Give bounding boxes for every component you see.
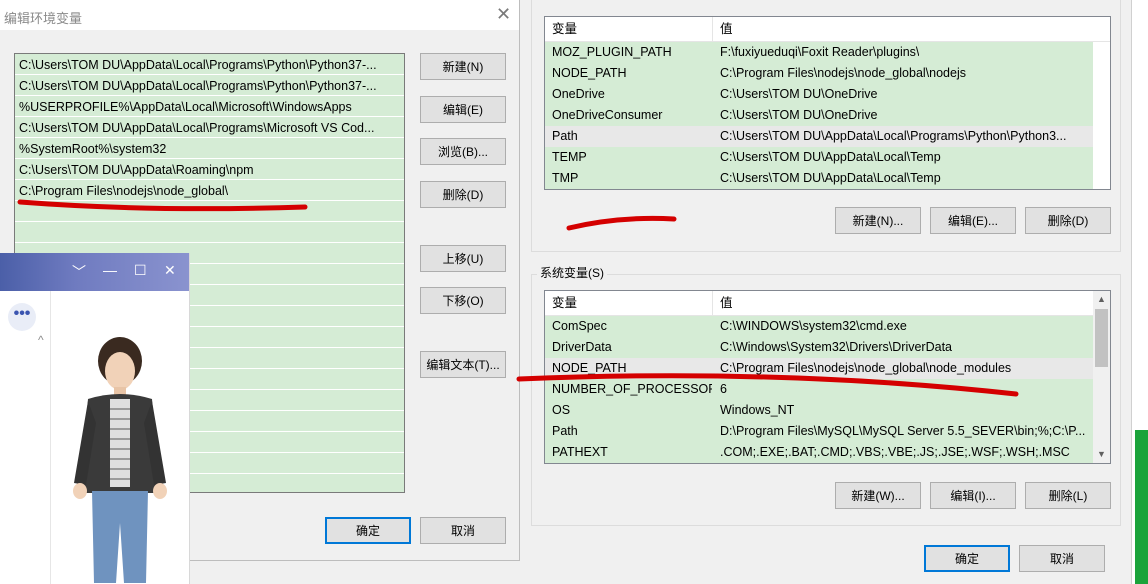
table-row[interactable]: MOZ_PLUGIN_PATH F:\fuxiyueduqi\Foxit Rea…: [545, 42, 1093, 63]
variable-value: C:\Windows\System32\Drivers\DriverData: [720, 340, 952, 354]
variable-value: C:\Program Files\nodejs\node_global\node…: [720, 361, 1012, 375]
table-row[interactable]: OS Windows_NT: [545, 400, 1093, 421]
edit-text-button[interactable]: 编辑文本(T)...: [420, 351, 506, 378]
user-new-button[interactable]: 新建(N)...: [835, 207, 921, 234]
table-header: 变量 值: [545, 291, 1093, 316]
variable-name: TMP: [552, 171, 579, 185]
move-up-button[interactable]: 上移(U): [420, 245, 506, 272]
dialog-titlebar: 编辑环境变量 ✕: [0, 0, 519, 30]
env-ok-button[interactable]: 确定: [924, 545, 1010, 572]
table-row[interactable]: TMP C:\Users\TOM DU\AppData\Local\Temp: [545, 168, 1093, 189]
variable-name: NODE_PATH: [552, 66, 627, 80]
table-row-selected[interactable]: NODE_PATH C:\Program Files\nodejs\node_g…: [545, 358, 1093, 379]
scroll-down-arrow-icon[interactable]: ▼: [1093, 446, 1110, 463]
user-delete-button[interactable]: 删除(D): [1025, 207, 1111, 234]
variable-name: ComSpec: [552, 319, 607, 333]
table-row[interactable]: ComSpec C:\WINDOWS\system32\cmd.exe: [545, 316, 1093, 337]
variable-value: C:\Users\TOM DU\OneDrive: [720, 87, 878, 101]
path-entry[interactable]: C:\Users\TOM DU\AppData\Local\Programs\P…: [19, 55, 401, 75]
maximize-icon[interactable]: ☐: [134, 262, 147, 279]
widget-titlebar: ﹀ — ☐ ✕: [0, 253, 189, 291]
system-new-button[interactable]: 新建(W)...: [835, 482, 921, 509]
variable-value: Windows_NT: [720, 403, 795, 417]
variable-name: TEMP: [552, 150, 587, 164]
table-row[interactable]: DriverData C:\Windows\System32\Drivers\D…: [545, 337, 1093, 358]
table-row[interactable]: NODE_PATH C:\Program Files\nodejs\node_g…: [545, 63, 1093, 84]
variable-value: C:\Users\TOM DU\OneDrive: [720, 108, 878, 122]
character-figure: [73, 337, 167, 583]
variable-value: .COM;.EXE;.BAT;.CMD;.VBS;.VBE;.JS;.JSE;.…: [720, 445, 1070, 459]
variable-value: C:\Program Files\nodejs\node_global\node…: [720, 66, 966, 80]
variable-name: OS: [552, 403, 571, 417]
vertical-scrollbar[interactable]: ▲ ▼: [1093, 291, 1110, 463]
path-entry[interactable]: C:\Program Files\nodejs\node_global\: [19, 181, 401, 201]
caret-up-icon[interactable]: ^: [38, 333, 44, 347]
table-row[interactable]: OneDriveConsumer C:\Users\TOM DU\OneDriv…: [545, 105, 1093, 126]
table-row[interactable]: PATHEXT .COM;.EXE;.BAT;.CMD;.VBS;.VBE;.J…: [545, 442, 1093, 463]
cancel-button[interactable]: 取消: [420, 517, 506, 544]
edit-button[interactable]: 编辑(E): [420, 96, 506, 123]
background-window-edge: [1131, 0, 1148, 584]
more-options-icon[interactable]: •••: [8, 303, 36, 331]
variable-value: 6: [720, 382, 727, 396]
widget-divider: [50, 291, 51, 584]
variable-name: Path: [552, 424, 578, 438]
path-entry[interactable]: C:\Users\TOM DU\AppData\Local\Programs\P…: [19, 76, 401, 96]
table-row[interactable]: OneDrive C:\Users\TOM DU\OneDrive: [545, 84, 1093, 105]
character-widget-window: ﹀ — ☐ ✕ ••• ^: [0, 253, 190, 584]
path-entry[interactable]: C:\Users\TOM DU\AppData\Roaming\npm: [19, 160, 401, 180]
variable-value: C:\Users\TOM DU\AppData\Local\Programs\P…: [720, 129, 1067, 143]
path-entry[interactable]: %USERPROFILE%\AppData\Local\Microsoft\Wi…: [19, 97, 401, 117]
dialog-title: 编辑环境变量: [4, 11, 83, 26]
variable-name: NUMBER_OF_PROCESSORS: [552, 382, 712, 396]
column-header-variable[interactable]: 变量: [545, 291, 713, 315]
user-variables-table[interactable]: 变量 值 MOZ_PLUGIN_PATH F:\fuxiyueduqi\Foxi…: [544, 16, 1111, 190]
column-header-value[interactable]: 值: [713, 17, 1093, 41]
system-edit-button[interactable]: 编辑(I)...: [930, 482, 1016, 509]
variable-value: F:\fuxiyueduqi\Foxit Reader\plugins\: [720, 45, 920, 59]
column-header-value[interactable]: 值: [713, 291, 1093, 315]
minimize-icon[interactable]: —: [103, 262, 117, 278]
close-icon[interactable]: ✕: [496, 4, 511, 25]
table-row[interactable]: NUMBER_OF_PROCESSORS 6: [545, 379, 1093, 400]
move-down-button[interactable]: 下移(O): [420, 287, 506, 314]
user-edit-button[interactable]: 编辑(E)...: [930, 207, 1016, 234]
green-strip: [1135, 430, 1148, 584]
table-row[interactable]: TEMP C:\Users\TOM DU\AppData\Local\Temp: [545, 147, 1093, 168]
system-variables-label: 系统变量(S): [537, 264, 607, 281]
table-row[interactable]: Path D:\Program Files\MySQL\MySQL Server…: [545, 421, 1093, 442]
system-delete-button[interactable]: 删除(L): [1025, 482, 1111, 509]
ok-button[interactable]: 确定: [325, 517, 411, 544]
scroll-up-arrow-icon[interactable]: ▲: [1093, 291, 1110, 308]
column-header-variable[interactable]: 变量: [545, 17, 713, 41]
variable-name: NODE_PATH: [552, 361, 627, 375]
new-button[interactable]: 新建(N): [420, 53, 506, 80]
variable-value: C:\Users\TOM DU\AppData\Local\Temp: [720, 150, 941, 164]
table-header: 变量 值: [545, 17, 1110, 42]
system-variables-table[interactable]: 变量 值 ComSpec C:\WINDOWS\system32\cmd.exe…: [544, 290, 1111, 464]
table-row-selected[interactable]: Path C:\Users\TOM DU\AppData\Local\Progr…: [545, 126, 1093, 147]
variable-name: MOZ_PLUGIN_PATH: [552, 45, 672, 59]
collapse-icon[interactable]: ﹀: [72, 262, 86, 282]
variable-value: C:\Users\TOM DU\AppData\Local\Temp: [720, 171, 941, 185]
variable-name: PATHEXT: [552, 445, 608, 459]
variable-name: Path: [552, 129, 578, 143]
path-entry[interactable]: C:\Users\TOM DU\AppData\Local\Programs\M…: [19, 118, 401, 138]
path-entry[interactable]: %SystemRoot%\system32: [19, 139, 401, 159]
close-icon[interactable]: ✕: [164, 262, 176, 279]
browse-button[interactable]: 浏览(B)...: [420, 138, 506, 165]
variable-name: DriverData: [552, 340, 612, 354]
variable-name: OneDriveConsumer: [552, 108, 663, 122]
delete-button[interactable]: 删除(D): [420, 181, 506, 208]
env-cancel-button[interactable]: 取消: [1019, 545, 1105, 572]
variable-value: D:\Program Files\MySQL\MySQL Server 5.5_…: [720, 424, 1086, 438]
variable-value: C:\WINDOWS\system32\cmd.exe: [720, 319, 907, 333]
variable-name: OneDrive: [552, 87, 605, 101]
scrollbar-thumb[interactable]: [1095, 309, 1108, 367]
